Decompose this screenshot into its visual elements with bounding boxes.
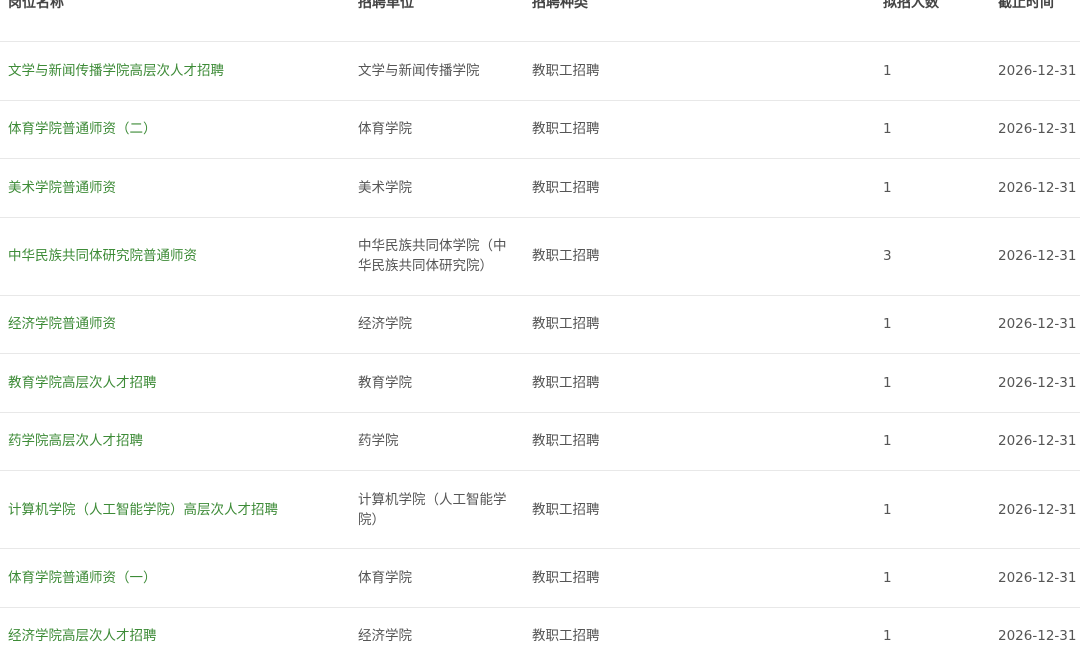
type-cell: 教职工招聘 xyxy=(532,569,600,586)
position-name-cell: 计算机学院（人工智能学院）高层次人才招聘 xyxy=(8,500,278,520)
unit-cell: 经济学院 xyxy=(358,628,412,645)
position-link[interactable]: 中华民族共同体研究院普通师资 xyxy=(8,248,197,264)
position-link[interactable]: 经济学院高层次人才招聘 xyxy=(8,628,157,644)
position-name-cell: 中华民族共同体研究院普通师资 xyxy=(8,246,197,266)
deadline-cell: 2026-12-31 xyxy=(998,62,1077,79)
unit-cell: 体育学院 xyxy=(358,569,412,586)
deadline-cell: 2026-12-31 xyxy=(998,628,1077,645)
header-deadline: 截止时间 xyxy=(998,0,1054,11)
type-cell: 教职工招聘 xyxy=(532,433,600,450)
deadline-cell: 2026-12-31 xyxy=(998,569,1077,586)
type-cell: 教职工招聘 xyxy=(532,121,600,138)
count-cell: 1 xyxy=(883,179,892,196)
deadline-cell: 2026-12-31 xyxy=(998,374,1077,391)
position-name-cell: 经济学院普通师资 xyxy=(8,314,116,334)
unit-cell: 文学与新闻传播学院 xyxy=(358,62,480,79)
header-position-name: 岗位名称 xyxy=(8,0,64,11)
type-cell: 教职工招聘 xyxy=(532,179,600,196)
type-cell: 教职工招聘 xyxy=(532,628,600,645)
position-link[interactable]: 计算机学院（人工智能学院）高层次人才招聘 xyxy=(8,502,278,518)
unit-cell: 经济学院 xyxy=(358,316,412,333)
count-cell: 3 xyxy=(883,248,892,264)
position-link[interactable]: 体育学院普通师资（一） xyxy=(8,570,157,586)
position-name-cell: 药学院高层次人才招聘 xyxy=(8,431,143,451)
table-row: 教育学院高层次人才招聘 教育学院 教职工招聘 1 2026-12-31 xyxy=(0,354,1080,413)
position-link[interactable]: 文学与新闻传播学院高层次人才招聘 xyxy=(8,63,224,79)
type-cell: 教职工招聘 xyxy=(532,374,600,391)
unit-cell: 教育学院 xyxy=(358,374,412,391)
deadline-cell: 2026-12-31 xyxy=(998,248,1077,264)
table-header: 岗位名称 招聘单位 招聘种类 拟招人数 截止时间 xyxy=(0,0,1080,42)
table-row: 美术学院普通师资 美术学院 教职工招聘 1 2026-12-31 xyxy=(0,159,1080,218)
position-name-cell: 体育学院普通师资（一） xyxy=(8,568,157,588)
position-name-cell: 体育学院普通师资（二） xyxy=(8,119,157,139)
count-cell: 1 xyxy=(883,121,892,138)
deadline-cell: 2026-12-31 xyxy=(998,433,1077,450)
table-row: 文学与新闻传播学院高层次人才招聘 文学与新闻传播学院 教职工招聘 1 2026-… xyxy=(0,42,1080,101)
count-cell: 1 xyxy=(883,374,892,391)
unit-cell: 体育学院 xyxy=(358,121,412,138)
table-row: 计算机学院（人工智能学院）高层次人才招聘 计算机学院（人工智能学院） 教职工招聘… xyxy=(0,471,1080,549)
table-row: 经济学院普通师资 经济学院 教职工招聘 1 2026-12-31 xyxy=(0,296,1080,354)
count-cell: 1 xyxy=(883,628,892,645)
position-name-cell: 美术学院普通师资 xyxy=(8,178,116,198)
position-name-cell: 文学与新闻传播学院高层次人才招聘 xyxy=(8,61,224,81)
type-cell: 教职工招聘 xyxy=(532,501,600,518)
table-row: 药学院高层次人才招聘 药学院 教职工招聘 1 2026-12-31 xyxy=(0,413,1080,471)
position-link[interactable]: 教育学院高层次人才招聘 xyxy=(8,375,157,391)
header-planned-count: 拟招人数 xyxy=(883,0,939,11)
header-recruitment-type: 招聘种类 xyxy=(532,0,588,11)
table-row: 体育学院普通师资（二） 体育学院 教职工招聘 1 2026-12-31 xyxy=(0,101,1080,159)
count-cell: 1 xyxy=(883,316,892,333)
position-link[interactable]: 经济学院普通师资 xyxy=(8,316,116,332)
table-row: 中华民族共同体研究院普通师资 中华民族共同体学院（中华民族共同体研究院） 教职工… xyxy=(0,218,1080,296)
table-row: 经济学院高层次人才招聘 经济学院 教职工招聘 1 2026-12-31 xyxy=(0,608,1080,653)
count-cell: 1 xyxy=(883,62,892,79)
unit-cell: 药学院 xyxy=(358,433,399,450)
unit-cell: 中华民族共同体学院（中华民族共同体研究院） xyxy=(358,238,507,274)
header-recruiting-unit: 招聘单位 xyxy=(358,0,414,11)
position-link[interactable]: 体育学院普通师资（二） xyxy=(8,121,157,137)
deadline-cell: 2026-12-31 xyxy=(998,179,1077,196)
count-cell: 1 xyxy=(883,433,892,450)
count-cell: 1 xyxy=(883,501,892,518)
count-cell: 1 xyxy=(883,569,892,586)
type-cell: 教职工招聘 xyxy=(532,248,600,264)
type-cell: 教职工招聘 xyxy=(532,316,600,333)
unit-cell: 计算机学院（人工智能学院） xyxy=(358,491,507,528)
position-link[interactable]: 药学院高层次人才招聘 xyxy=(8,433,143,449)
unit-cell: 美术学院 xyxy=(358,179,412,196)
position-name-cell: 教育学院高层次人才招聘 xyxy=(8,373,157,393)
position-link[interactable]: 美术学院普通师资 xyxy=(8,180,116,196)
position-name-cell: 经济学院高层次人才招聘 xyxy=(8,626,157,646)
deadline-cell: 2026-12-31 xyxy=(998,121,1077,138)
table-row: 体育学院普通师资（一） 体育学院 教职工招聘 1 2026-12-31 xyxy=(0,549,1080,608)
type-cell: 教职工招聘 xyxy=(532,62,600,79)
deadline-cell: 2026-12-31 xyxy=(998,501,1077,518)
recruitment-table: 岗位名称 招聘单位 招聘种类 拟招人数 截止时间 文学与新闻传播学院高层次人才招… xyxy=(0,0,1080,653)
deadline-cell: 2026-12-31 xyxy=(998,316,1077,333)
